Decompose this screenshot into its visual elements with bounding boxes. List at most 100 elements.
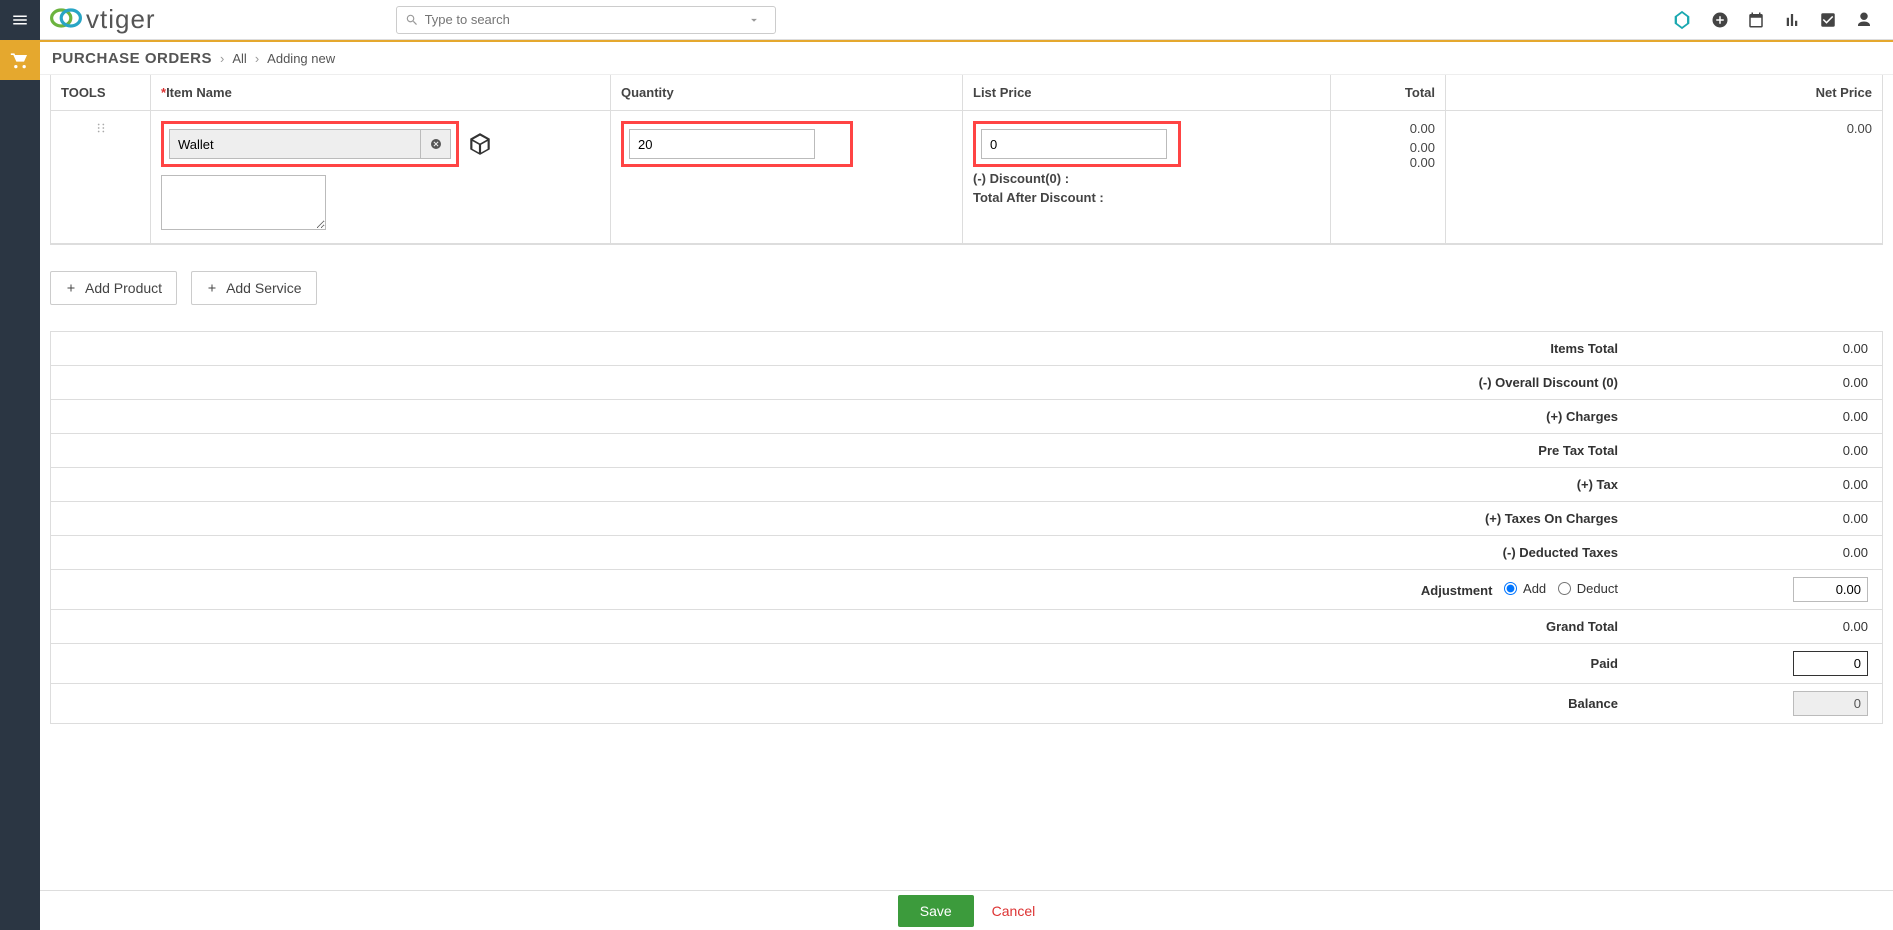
row-net-price: 0.00 bbox=[1456, 121, 1872, 136]
adjustment-add-radio[interactable] bbox=[1504, 582, 1517, 595]
taxes-on-charges-label[interactable]: (+) Taxes On Charges bbox=[51, 504, 1632, 533]
top-header: vtiger bbox=[0, 0, 1893, 40]
totals-row-tax: (+) Tax 0.00 bbox=[51, 468, 1882, 502]
breadcrumb-current: Adding new bbox=[267, 51, 335, 66]
plus-icon bbox=[206, 282, 218, 294]
line-items-header: TOOLS *Item Name Quantity List Price Tot… bbox=[51, 75, 1882, 111]
row-total: 0.00 bbox=[1341, 121, 1435, 136]
col-list-price: List Price bbox=[963, 75, 1331, 110]
row-discount-value: 0.00 bbox=[1341, 140, 1435, 155]
adjustment-label-block: Adjustment Add Deduct bbox=[51, 574, 1632, 605]
product-lookup-icon[interactable] bbox=[467, 131, 493, 157]
footer-bar: Save Cancel bbox=[40, 890, 1893, 930]
breadcrumb-all[interactable]: All bbox=[232, 51, 246, 66]
charges-label[interactable]: (+) Charges bbox=[51, 402, 1632, 431]
overall-discount-label[interactable]: (-) Overall Discount (0) bbox=[51, 368, 1632, 397]
add-product-button[interactable]: Add Product bbox=[50, 271, 177, 305]
item-description-input[interactable] bbox=[161, 175, 326, 230]
breadcrumb-separator: › bbox=[255, 51, 259, 66]
quantity-input[interactable] bbox=[629, 129, 815, 159]
list-price-highlight bbox=[973, 121, 1181, 167]
col-tools: TOOLS bbox=[51, 75, 151, 110]
breadcrumb: PURCHASE ORDERS › All › Adding new bbox=[40, 40, 1893, 75]
pre-tax-total-value: 0.00 bbox=[1632, 436, 1882, 465]
deducted-taxes-label[interactable]: (-) Deducted Taxes bbox=[51, 538, 1632, 567]
totals-row-charges: (+) Charges 0.00 bbox=[51, 400, 1882, 434]
cell-quantity bbox=[611, 111, 963, 243]
totals-row-adjustment: Adjustment Add Deduct bbox=[51, 570, 1882, 610]
quantity-highlight bbox=[621, 121, 853, 167]
breadcrumb-separator: › bbox=[220, 51, 224, 66]
logo-icon bbox=[50, 4, 82, 35]
row-drag-handle[interactable] bbox=[51, 111, 151, 243]
totals-table: Items Total 0.00 (-) Overall Discount (0… bbox=[50, 331, 1883, 724]
save-button[interactable]: Save bbox=[898, 895, 974, 927]
cell-net-price: 0.00 bbox=[1446, 111, 1882, 243]
charges-value: 0.00 bbox=[1632, 402, 1882, 431]
add-product-label: Add Product bbox=[85, 280, 162, 296]
cell-item-name bbox=[151, 111, 611, 243]
global-search[interactable] bbox=[396, 6, 776, 34]
main-content: TOOLS *Item Name Quantity List Price Tot… bbox=[40, 75, 1893, 794]
add-service-label: Add Service bbox=[226, 280, 301, 296]
hamburger-icon bbox=[11, 11, 29, 29]
taxes-on-charges-value: 0.00 bbox=[1632, 504, 1882, 533]
item-name-clear[interactable] bbox=[421, 129, 451, 159]
plus-icon bbox=[65, 282, 77, 294]
items-total-label: Items Total bbox=[51, 334, 1632, 363]
grand-total-value: 0.00 bbox=[1632, 612, 1882, 641]
col-item-name: *Item Name bbox=[151, 75, 611, 110]
adjustment-input[interactable] bbox=[1793, 577, 1868, 602]
balance-label: Balance bbox=[51, 689, 1632, 718]
totals-row-pre-tax-total: Pre Tax Total 0.00 bbox=[51, 434, 1882, 468]
totals-row-items-total: Items Total 0.00 bbox=[51, 332, 1882, 366]
logo-text: vtiger bbox=[86, 4, 156, 35]
logo[interactable]: vtiger bbox=[50, 4, 156, 35]
total-after-discount-label: Total After Discount : bbox=[973, 190, 1320, 205]
adjustment-deduct-radio[interactable] bbox=[1558, 582, 1571, 595]
list-price-input[interactable] bbox=[981, 129, 1167, 159]
cell-total: 0.00 0.00 0.00 bbox=[1331, 111, 1446, 243]
extension-icon[interactable] bbox=[1671, 9, 1693, 31]
overall-discount-value: 0.00 bbox=[1632, 368, 1882, 397]
pre-tax-total-label: Pre Tax Total bbox=[51, 436, 1632, 465]
line-item-row: (-) Discount(0) : Total After Discount :… bbox=[51, 111, 1882, 244]
user-icon[interactable] bbox=[1855, 11, 1873, 29]
item-name-highlight bbox=[161, 121, 459, 167]
grand-total-label: Grand Total bbox=[51, 612, 1632, 641]
deducted-taxes-value: 0.00 bbox=[1632, 538, 1882, 567]
search-icon bbox=[405, 13, 419, 27]
totals-row-taxes-on-charges: (+) Taxes On Charges 0.00 bbox=[51, 502, 1882, 536]
cancel-button[interactable]: Cancel bbox=[992, 903, 1036, 919]
totals-row-overall-discount: (-) Overall Discount (0) 0.00 bbox=[51, 366, 1882, 400]
menu-toggle[interactable] bbox=[0, 0, 40, 40]
item-name-input[interactable] bbox=[169, 129, 421, 159]
paid-input[interactable] bbox=[1793, 651, 1868, 676]
search-input[interactable] bbox=[425, 12, 747, 27]
close-circle-icon bbox=[430, 138, 442, 150]
adjustment-deduct-label: Deduct bbox=[1577, 581, 1618, 596]
cell-list-price: (-) Discount(0) : Total After Discount : bbox=[963, 111, 1331, 243]
sidebar bbox=[0, 40, 40, 930]
adjustment-label: Adjustment bbox=[1421, 583, 1493, 598]
header-right bbox=[1671, 9, 1893, 31]
caret-down-icon[interactable] bbox=[747, 13, 761, 27]
totals-row-grand-total: Grand Total 0.00 bbox=[51, 610, 1882, 644]
sidebar-item-inventory[interactable] bbox=[0, 40, 40, 80]
cart-icon bbox=[10, 50, 30, 70]
add-service-button[interactable]: Add Service bbox=[191, 271, 316, 305]
discount-label[interactable]: (-) Discount(0) : bbox=[973, 171, 1320, 186]
breadcrumb-module[interactable]: PURCHASE ORDERS bbox=[52, 50, 212, 67]
line-items-table: TOOLS *Item Name Quantity List Price Tot… bbox=[50, 75, 1883, 245]
paid-label: Paid bbox=[51, 649, 1632, 678]
bar-chart-icon[interactable] bbox=[1783, 11, 1801, 29]
items-total-value: 0.00 bbox=[1632, 334, 1882, 363]
totals-row-deducted-taxes: (-) Deducted Taxes 0.00 bbox=[51, 536, 1882, 570]
totals-row-balance: Balance bbox=[51, 684, 1882, 723]
tax-label[interactable]: (+) Tax bbox=[51, 470, 1632, 499]
plus-circle-icon[interactable] bbox=[1711, 11, 1729, 29]
tax-value: 0.00 bbox=[1632, 470, 1882, 499]
check-box-icon[interactable] bbox=[1819, 11, 1837, 29]
calendar-icon[interactable] bbox=[1747, 11, 1765, 29]
col-quantity: Quantity bbox=[611, 75, 963, 110]
